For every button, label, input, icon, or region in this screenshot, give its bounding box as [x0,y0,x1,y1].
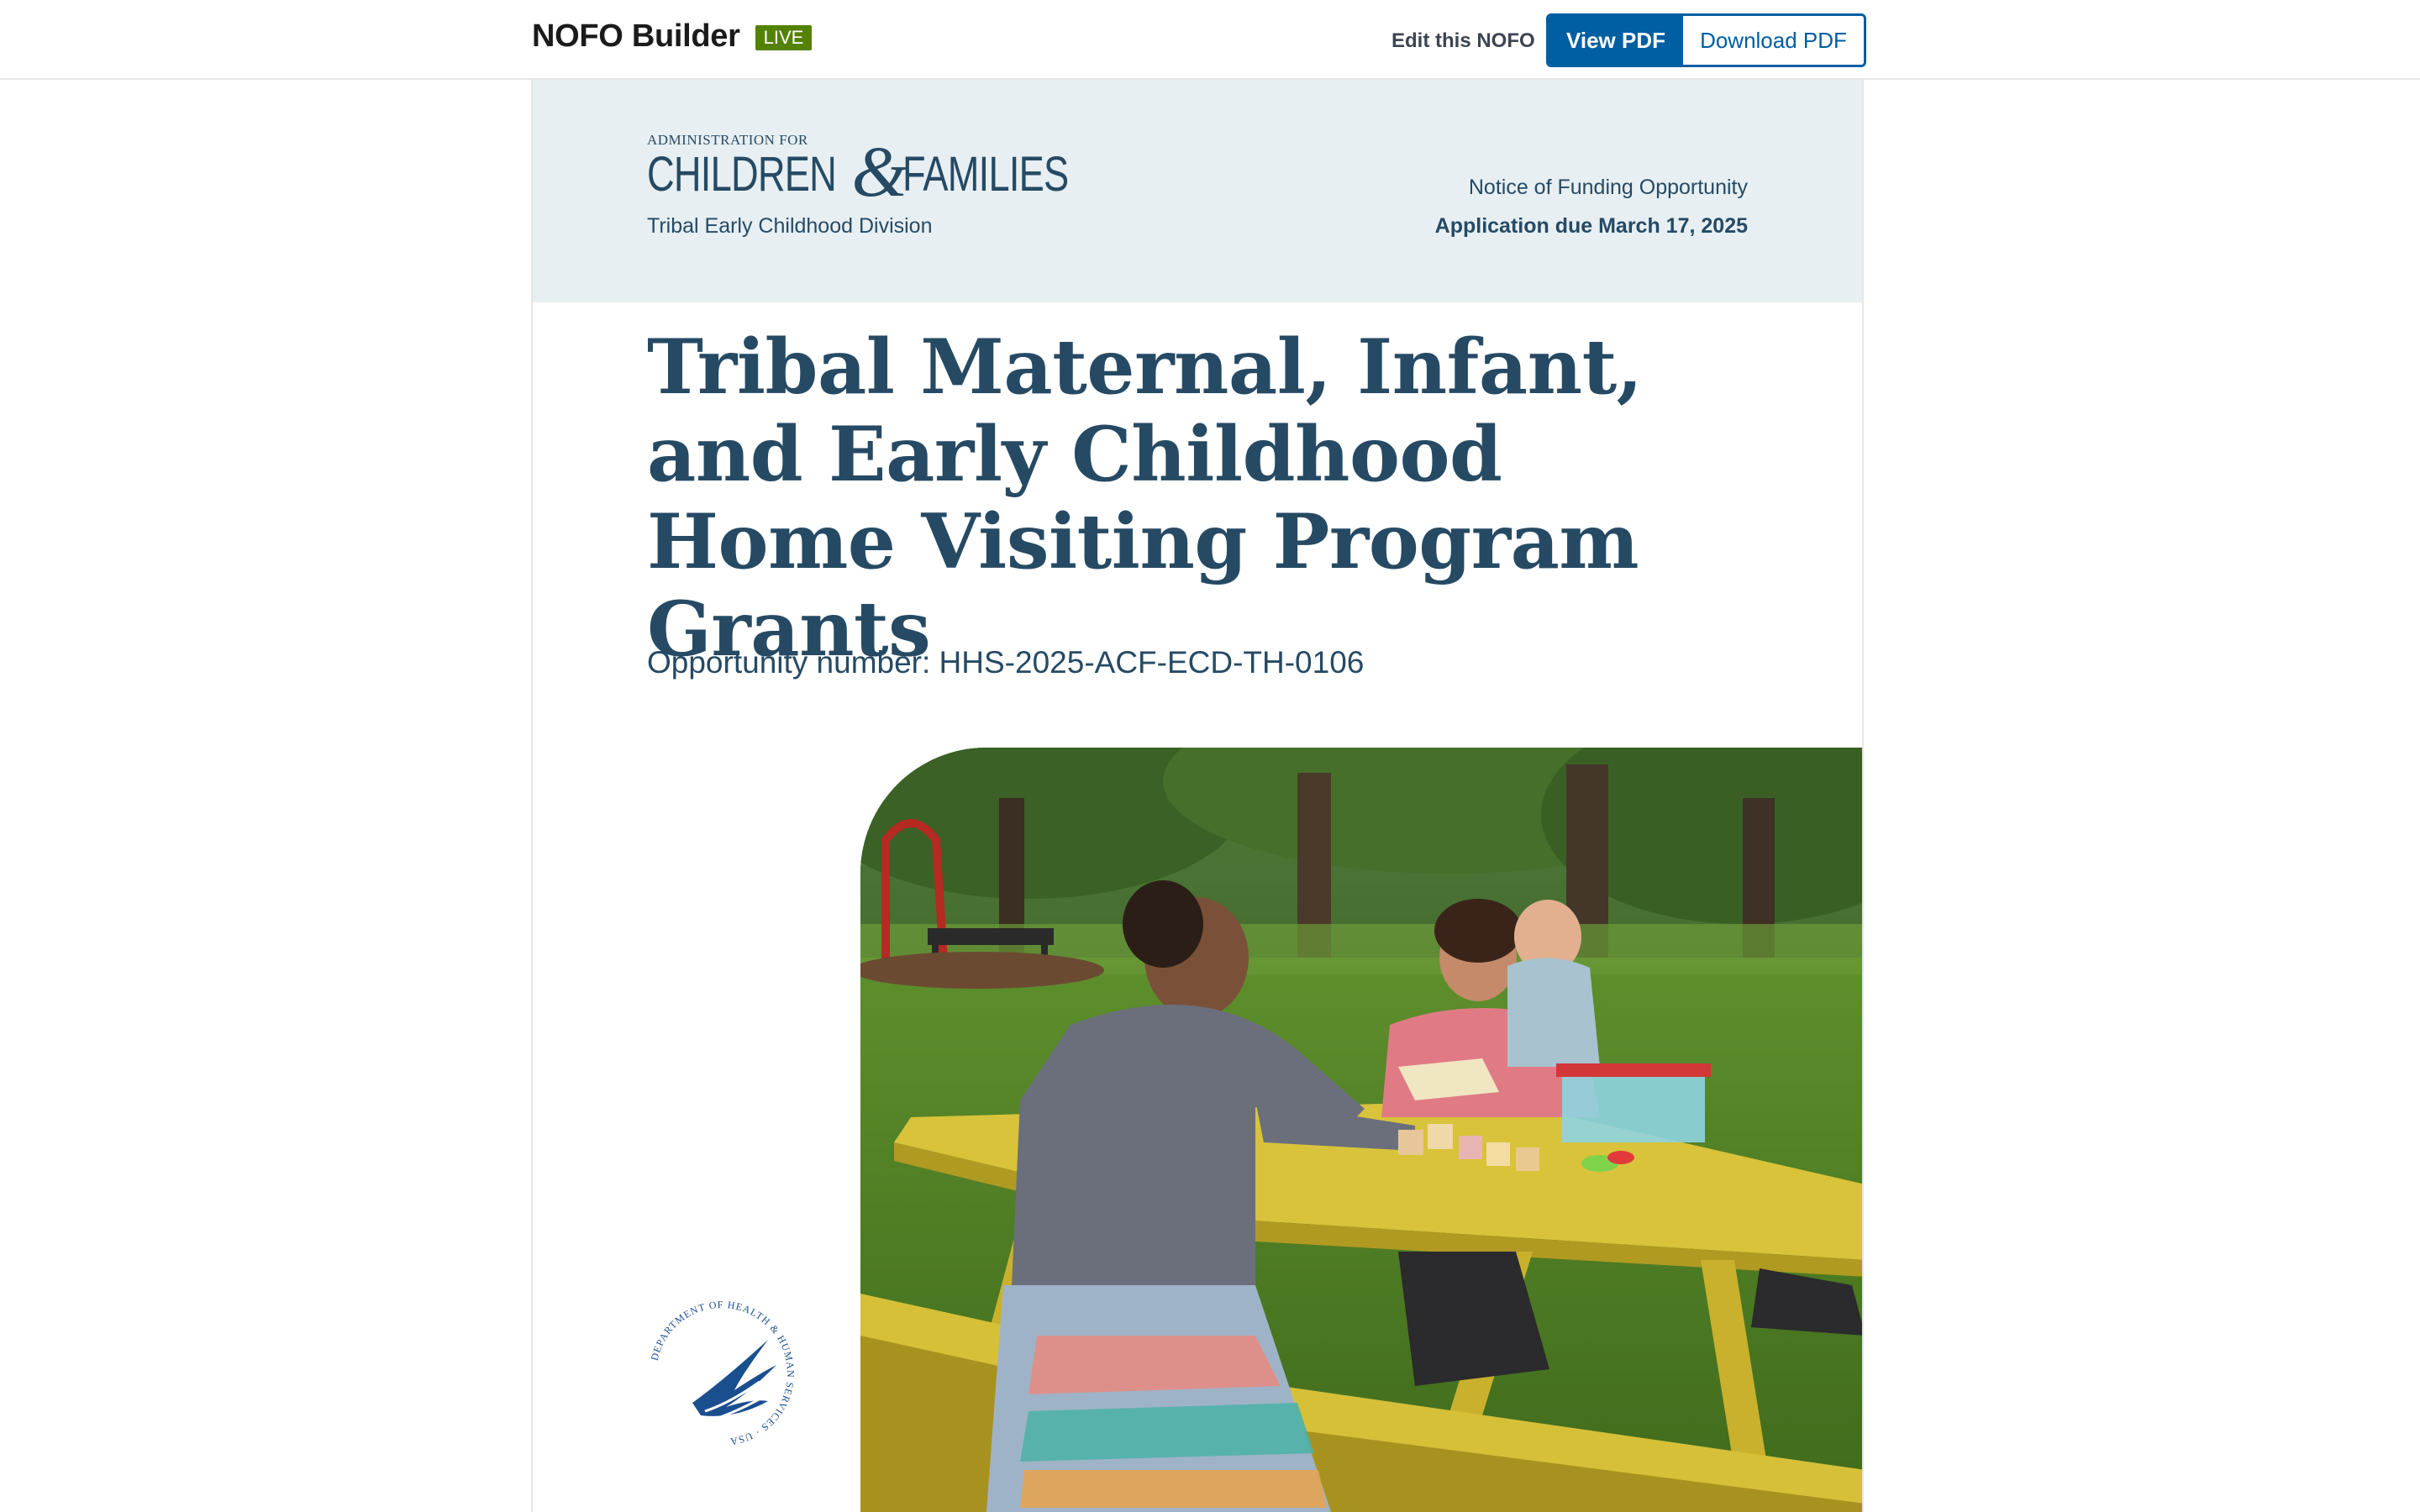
page-title: Tribal Maternal, Infant, and Early Child… [647,323,1643,674]
download-pdf-button[interactable]: Download PDF [1683,16,1864,65]
top-header: NOFO Builder LIVE Edit this NOFO View PD… [0,0,2420,80]
division-name: Tribal Early Childhood Division [647,214,933,238]
notice-type: Notice of Funding Opportunity [1468,176,1748,199]
acf-logo-families: FAMILIES [902,147,1069,202]
hhs-seal-text: DEPARTMENT OF HEALTH & HUMAN SERVICES · … [649,1299,797,1448]
hhs-seal-icon: DEPARTMENT OF HEALTH & HUMAN SERVICES · … [649,1299,797,1448]
nofo-document-page: ADMINISTRATION FOR CHILDREN & FAMILIES T… [531,80,1864,1512]
pdf-button-group: View PDF Download PDF [1546,13,1866,67]
cover-photo-illustration [860,748,1862,1512]
opportunity-number: Opportunity number: HHS-2025-ACF-ECD-TH-… [647,645,1365,680]
acf-logo-wordmark: CHILDREN & FAMILIES [647,131,1116,212]
acf-logo: ADMINISTRATION FOR CHILDREN & FAMILIES [647,131,1116,212]
app-title[interactable]: NOFO Builder [532,18,740,55]
cover-photo [860,748,1862,1512]
brand: NOFO Builder LIVE [532,18,813,55]
live-status-badge: LIVE [755,24,813,50]
application-due-date: Application due March 17, 2025 [1434,214,1748,238]
edit-nofo-link[interactable]: Edit this NOFO [1392,29,1535,53]
acf-logo-children: CHILDREN [647,147,837,202]
view-pdf-button[interactable]: View PDF [1549,16,1683,65]
cover-banner: ADMINISTRATION FOR CHILDREN & FAMILIES T… [533,80,1862,302]
acf-logo-ampersand: & [851,131,908,212]
